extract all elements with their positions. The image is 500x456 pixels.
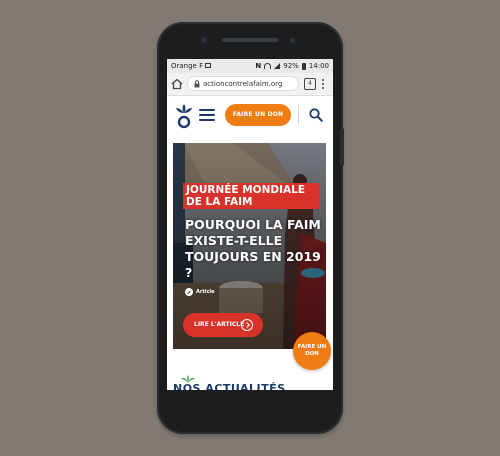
clock: 14:00 (308, 62, 329, 70)
donate-header-button[interactable]: FAIRE UN DON (225, 104, 291, 126)
hero-card[interactable]: JOURNÉE MONDIALE DE LA FAIM POURQUOI LA … (173, 143, 326, 349)
battery-icon (301, 62, 306, 70)
lock-icon (194, 80, 200, 88)
browser-toolbar: actioncontrelafaim.org 4 (167, 73, 333, 96)
logo-icon[interactable] (173, 101, 195, 131)
read-article-label: LIRE L'ARTICLE (194, 321, 245, 328)
url-text: actioncontrelafaim.org (203, 80, 283, 88)
front-camera (200, 36, 208, 44)
carrier-label: Orange F (171, 62, 204, 70)
phone-screen: Orange F N 92% 14:00 actioncontrelafaim.… (167, 59, 333, 390)
home-icon[interactable] (171, 78, 183, 90)
menu-hamburger-icon[interactable] (199, 109, 215, 121)
read-article-button[interactable]: LIRE L'ARTICLE (183, 313, 263, 337)
status-icons: N 92% 14:00 (255, 59, 329, 73)
search-icon[interactable] (309, 108, 323, 122)
image-notification-icon (205, 63, 211, 68)
address-bar[interactable]: actioncontrelafaim.org (187, 76, 299, 91)
news-section-heading: NOS ACTUALITÉS (173, 382, 286, 390)
article-tag: Article (185, 288, 215, 296)
hero-event-title: JOURNÉE MONDIALE DE LA FAIM (183, 183, 319, 209)
wifi-icon (264, 63, 272, 69)
arrow-right-icon (241, 319, 253, 331)
site-header: FAIRE UN DON (167, 96, 333, 136)
nfc-icon: N (255, 62, 262, 70)
article-tag-label: Article (196, 289, 215, 295)
signal-icon (274, 63, 281, 69)
hero-headline[interactable]: POURQUOI LA FAIM EXISTE-T-ELLE TOUJOURS … (185, 217, 321, 281)
proximity-sensor (290, 38, 295, 43)
phone-speaker (222, 38, 278, 42)
battery-percent: 92% (283, 62, 299, 70)
phone-side-button (340, 128, 344, 166)
floating-donate-button[interactable]: FAIRE UN DON (293, 332, 331, 370)
tabs-count-button[interactable]: 4 (304, 78, 316, 90)
status-bar: Orange F N 92% 14:00 (167, 59, 333, 73)
header-divider (298, 105, 299, 125)
browser-menu-icon[interactable] (322, 78, 325, 90)
floating-donate-label: FAIRE UN DON (297, 344, 327, 357)
pencil-icon (185, 288, 193, 296)
